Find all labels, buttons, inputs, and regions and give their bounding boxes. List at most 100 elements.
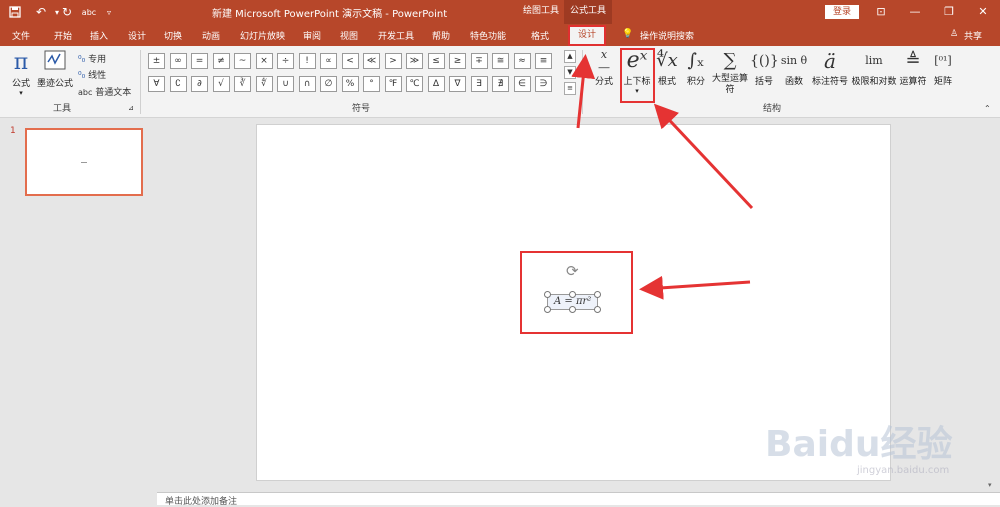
watermark-logo: Baidu经验 [765, 424, 953, 465]
symbol-button[interactable]: ∪ [277, 76, 294, 92]
tab-features[interactable]: 特色功能 [470, 29, 506, 42]
function-button[interactable]: sin θ 函数 [780, 48, 808, 87]
symbol-button[interactable]: ≈ [513, 53, 531, 69]
normal-text-option[interactable]: abc 普通文本 [78, 85, 131, 98]
minimize-icon[interactable]: — [904, 2, 926, 22]
symbol-button[interactable]: ∩ [298, 76, 316, 92]
symbol-button[interactable]: ∄ [492, 76, 509, 92]
tab-file[interactable]: 文件 [12, 29, 30, 42]
resize-handle[interactable] [544, 306, 551, 313]
login-button[interactable]: 登录 [825, 5, 859, 19]
radical-icon: ∜x [656, 50, 678, 71]
tab-transitions[interactable]: 切换 [164, 29, 182, 42]
resize-handle[interactable] [569, 291, 576, 298]
symbol-button[interactable]: ° [363, 76, 380, 92]
tab-design[interactable]: 设计 [128, 29, 146, 42]
bracket-button[interactable]: {()} 括号 [750, 48, 779, 87]
resize-handle[interactable] [569, 306, 576, 313]
tab-equation-design[interactable]: 设计 [568, 25, 606, 46]
tell-me-search[interactable]: 操作说明搜索 [640, 29, 694, 42]
symbol-button[interactable]: × [255, 53, 273, 69]
tab-format[interactable]: 格式 [531, 29, 549, 42]
symbol-button[interactable]: √ [212, 76, 230, 92]
symbol-button[interactable]: ≤ [427, 53, 445, 69]
symbol-button[interactable]: ≪ [363, 53, 380, 69]
tab-developer[interactable]: 开发工具 [378, 29, 414, 42]
slide-thumbnail[interactable] [25, 128, 143, 196]
integral-button[interactable]: ∫ₓ 积分 [682, 48, 710, 87]
symbol-button[interactable]: ∋ [535, 76, 552, 92]
symbol-button[interactable]: ∈ [513, 76, 531, 92]
symbol-button[interactable]: ℃ [406, 76, 423, 92]
vertical-scrollbar[interactable]: ▾ [985, 119, 1000, 492]
symbol-button[interactable]: ~ [234, 53, 251, 69]
symbol-button[interactable]: ≠ [212, 53, 230, 69]
symbol-button[interactable]: ÷ [277, 53, 294, 69]
accent-button[interactable]: ä 标注符号 [810, 48, 850, 87]
symbol-button[interactable]: ! [298, 53, 316, 69]
symbol-button[interactable]: ∅ [320, 76, 337, 92]
symbol-button[interactable]: ∛ [234, 76, 251, 92]
scroll-down-icon[interactable]: ▼ [564, 66, 576, 79]
ribbon: π 公式 ▾ 墨迹公式 ⁰₀ 专用 ⁰₀ 线性 abc 普通文本 工具 ⊿ ± ∞… [0, 46, 1000, 118]
large-operator-button[interactable]: ∑ 大型运算符 [712, 48, 748, 96]
limit-log-button[interactable]: lim 极限和对数 [850, 48, 898, 87]
symbol-button[interactable]: ∇ [449, 76, 466, 92]
scroll-up-icon[interactable]: ▲ [564, 50, 576, 63]
symbol-button[interactable]: < [341, 53, 359, 69]
ink-equation-button[interactable]: 墨迹公式 [36, 50, 74, 89]
symbol-button[interactable]: = [191, 53, 208, 69]
symbol-button[interactable]: ≫ [406, 53, 423, 69]
operator-button[interactable]: ≜ 运算符 [898, 48, 928, 87]
linear-option[interactable]: ⁰₀ 线性 [78, 68, 106, 81]
tab-review[interactable]: 审阅 [303, 29, 321, 42]
fraction-button[interactable]: x ― 分式 [590, 48, 618, 87]
tab-view[interactable]: 视图 [340, 29, 358, 42]
professional-icon: ⁰₀ [78, 55, 86, 65]
scroll-down-arrow-icon[interactable]: ▾ [988, 481, 992, 489]
symbol-button[interactable]: ± [148, 53, 165, 69]
symbol-button[interactable]: > [384, 53, 402, 69]
symbol-button[interactable]: ≥ [449, 53, 466, 69]
resize-handle[interactable] [594, 306, 601, 313]
symbol-button[interactable]: ∃ [470, 76, 488, 92]
customize-icon[interactable]: ▿ [100, 3, 118, 21]
symbol-button[interactable]: ∜ [255, 76, 273, 92]
radical-button[interactable]: ∜x 根式 [654, 48, 680, 87]
close-icon[interactable]: ✕ [972, 2, 994, 22]
symbol-button[interactable]: ∓ [470, 53, 488, 69]
equation-button[interactable]: π 公式 ▾ [8, 50, 34, 97]
tab-animations[interactable]: 动画 [202, 29, 220, 42]
resize-handle[interactable] [594, 291, 601, 298]
highlight-script-button [620, 48, 655, 103]
ribbon-display-icon[interactable]: ⊡ [870, 2, 892, 22]
symbol-button[interactable]: ∀ [148, 76, 165, 92]
symbol-button[interactable]: ∆ [427, 76, 445, 92]
symbol-button[interactable]: % [341, 76, 359, 92]
collapse-ribbon-icon[interactable]: ⌃ [984, 104, 991, 113]
symbol-button[interactable]: ∞ [169, 53, 187, 69]
maximize-icon[interactable]: ❐ [938, 2, 960, 22]
symbol-button[interactable]: ℉ [384, 76, 402, 92]
tab-home[interactable]: 开始 [54, 29, 72, 42]
dialog-launcher-icon[interactable]: ⊿ [128, 104, 134, 112]
tab-insert[interactable]: 插入 [90, 29, 108, 42]
symbol-button[interactable]: ∁ [169, 76, 187, 92]
resize-handle[interactable] [544, 291, 551, 298]
spell-check-icon[interactable]: abc [80, 3, 98, 21]
matrix-button[interactable]: [⁰¹] 矩阵 [930, 48, 956, 87]
share-button[interactable]: 共享 [964, 29, 982, 42]
save-icon[interactable] [6, 3, 24, 21]
symbol-button[interactable]: ≡ [535, 53, 552, 69]
professional-option[interactable]: ⁰₀ 专用 [78, 52, 106, 65]
tab-help[interactable]: 帮助 [432, 29, 450, 42]
redo-icon[interactable]: ↻ [58, 3, 76, 21]
integral-icon: ∫ₓ [687, 50, 705, 71]
rotate-handle-icon[interactable]: ⟳ [566, 262, 579, 280]
symbol-button[interactable]: ∂ [191, 76, 208, 92]
person-icon: ♙ [950, 29, 959, 39]
symbol-button[interactable]: ≅ [492, 53, 509, 69]
symbol-button[interactable]: ∝ [320, 53, 337, 69]
more-symbols-icon[interactable]: ≡ [564, 82, 576, 95]
tab-slideshow[interactable]: 幻灯片放映 [240, 29, 285, 42]
